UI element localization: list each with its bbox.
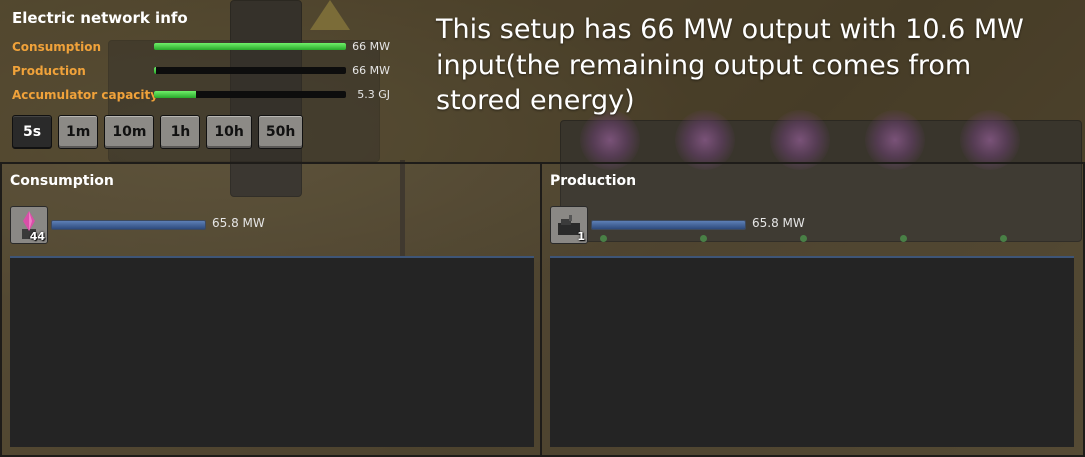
stat-bar: [154, 67, 346, 74]
stat-bar-fill: [154, 91, 197, 98]
entity-bar-fill: [52, 221, 205, 229]
entity-bar: [591, 220, 746, 230]
entity-count: 1: [577, 230, 585, 243]
producer-entry[interactable]: 1 65.8 MW: [550, 206, 970, 244]
time-button-5s[interactable]: 5s: [12, 115, 52, 149]
stat-bar: [154, 91, 346, 98]
consumption-list: [10, 256, 534, 447]
time-button-1h[interactable]: 1h: [160, 115, 201, 149]
stat-bar-fill: [154, 43, 346, 50]
stat-label: Accumulator capacity: [12, 88, 159, 102]
entity-value: 65.8 MW: [752, 216, 805, 230]
time-range-selector: 5s 1m 10m 1h 10h 50h: [12, 115, 304, 149]
stat-production: Production 66 MW: [12, 62, 402, 80]
electric-network-info-panel: Electric network info Consumption 66 MW …: [0, 0, 1085, 164]
time-button-10m[interactable]: 10m: [104, 115, 155, 149]
entity-count: 44: [29, 230, 45, 243]
stat-bar: [154, 43, 346, 50]
entity-value: 65.8 MW: [212, 216, 265, 230]
stat-value: 66 MW: [352, 64, 390, 77]
stat-consumption: Consumption 66 MW: [12, 38, 402, 56]
consumption-panel: Consumption 44 65.8 MW: [0, 164, 542, 457]
production-panel: Production 1 65.8 MW: [540, 164, 1085, 457]
stat-value: 5.3 GJ: [357, 88, 390, 101]
time-button-1m[interactable]: 1m: [58, 115, 99, 149]
time-button-10h[interactable]: 10h: [206, 115, 252, 149]
stat-label: Consumption: [12, 40, 102, 54]
entity-bar: [51, 220, 206, 230]
panel-title: Electric network info: [12, 9, 188, 27]
stat-value: 66 MW: [352, 40, 390, 53]
consumer-entry[interactable]: 44 65.8 MW: [10, 206, 430, 244]
pink-crystal-machine-icon[interactable]: 44: [10, 206, 48, 244]
stat-accumulator-capacity: Accumulator capacity 5.3 GJ: [12, 86, 402, 104]
stat-label: Production: [12, 64, 86, 78]
production-list: [550, 256, 1074, 447]
accumulator-icon[interactable]: 1: [550, 206, 588, 244]
annotation-caption: This setup has 66 MW output with 10.6 MW…: [436, 14, 1024, 117]
entity-bar-fill: [592, 221, 745, 229]
consumption-title: Consumption: [10, 173, 114, 189]
production-title: Production: [550, 173, 637, 189]
time-button-50h[interactable]: 50h: [257, 115, 304, 149]
stat-bar-fill: [154, 67, 156, 74]
